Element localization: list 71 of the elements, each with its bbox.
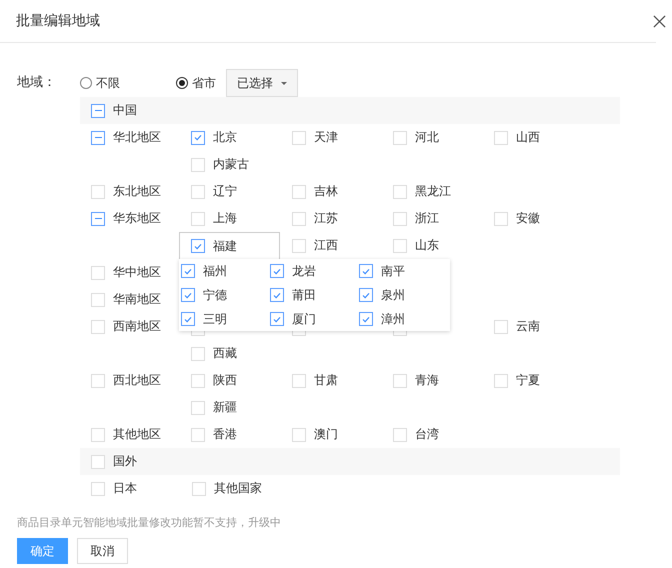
checkbox-label: 黑龙江	[415, 183, 451, 200]
radio-button[interactable]	[80, 77, 92, 89]
checkbox[interactable]	[91, 212, 105, 226]
checkbox-label: 华南地区	[113, 291, 161, 308]
checkbox-label: 内蒙古	[213, 156, 249, 173]
checkbox-label: 西北地区	[113, 372, 161, 389]
checkbox-label: 江西	[314, 237, 338, 254]
checkbox[interactable]	[191, 239, 205, 253]
checkbox-label: 山西	[516, 129, 540, 146]
checkbox-label: 三明	[203, 310, 227, 328]
checkbox[interactable]	[191, 130, 205, 144]
checkbox[interactable]	[181, 264, 195, 278]
checkbox-label: 宁夏	[516, 372, 540, 389]
close-icon[interactable]	[653, 14, 666, 28]
checkbox-label: 安徽	[516, 210, 540, 227]
checkbox-label: 台湾	[415, 426, 439, 443]
checkbox-label: 河北	[415, 129, 439, 146]
checkbox-label: 西南地区	[113, 318, 161, 335]
radio-button[interactable]	[176, 77, 188, 89]
checkbox-label: 浙江	[415, 210, 439, 227]
checkbox-label: 青海	[415, 372, 439, 389]
checkbox-label: 澳门	[314, 426, 338, 443]
checkbox[interactable]	[270, 264, 284, 278]
checkbox-label: 宁德	[203, 286, 227, 304]
checkbox-label: 北京	[213, 129, 237, 146]
checkbox-label: 漳州	[381, 310, 405, 328]
checkbox-label: 其他国家	[214, 480, 262, 497]
checkbox-label: 华北地区	[113, 129, 161, 146]
checkbox[interactable]	[270, 288, 284, 302]
checkbox-label: 华中地区	[113, 264, 161, 281]
checkbox-label: 莆田	[292, 286, 316, 304]
checkbox-label: 龙岩	[292, 262, 316, 280]
checkbox-label: 福州	[203, 262, 227, 280]
checkbox-label: 新疆	[213, 399, 237, 416]
checkbox-label: 华东地区	[113, 210, 161, 227]
checkbox-label: 香港	[213, 426, 237, 443]
checkbox-label: 西藏	[213, 345, 237, 362]
checkbox[interactable]	[181, 312, 195, 326]
group-label: 中国	[113, 102, 137, 119]
checkbox-label: 云南	[516, 318, 540, 335]
checkbox-label: 泉州	[381, 286, 405, 304]
checkbox-label: 南平	[381, 262, 405, 280]
checkbox-label: 日本	[113, 480, 137, 497]
dialog-title: 批量编辑地域	[16, 12, 100, 30]
checkbox-label: 其他地区	[113, 426, 161, 443]
group-label: 国外	[113, 453, 137, 470]
field-label: 地域：	[16, 74, 57, 92]
hint-text: 商品目录单元智能地域批量修改功能暂不支持，升级中	[16, 515, 282, 530]
radio-label: 省市	[192, 74, 216, 92]
checkbox-label: 厦门	[292, 310, 316, 328]
checkbox[interactable]	[91, 130, 105, 144]
checkbox-label: 上海	[213, 210, 237, 227]
checkbox[interactable]	[181, 288, 195, 302]
checkbox-label: 江苏	[314, 210, 338, 227]
checkbox-label: 甘肃	[314, 372, 338, 389]
checkbox-label: 辽宁	[213, 183, 237, 200]
checkbox-label: 山东	[415, 237, 439, 254]
checkbox[interactable]	[359, 288, 373, 302]
checkbox[interactable]	[270, 312, 284, 326]
checkbox[interactable]	[91, 104, 105, 118]
checkbox-label: 福建	[213, 238, 237, 254]
cancel-button[interactable]: 取消	[77, 538, 128, 564]
checkbox-label: 吉林	[314, 183, 338, 200]
checkbox-label: 陕西	[213, 372, 237, 389]
checkbox[interactable]	[359, 264, 373, 278]
dropdown-button[interactable]: 已选择	[226, 69, 298, 97]
checkbox[interactable]	[359, 312, 373, 326]
checkbox-label: 东北地区	[113, 183, 161, 200]
checkbox-label: 天津	[314, 129, 338, 146]
caret-icon	[281, 82, 287, 84]
radio-label: 不限	[96, 74, 120, 92]
